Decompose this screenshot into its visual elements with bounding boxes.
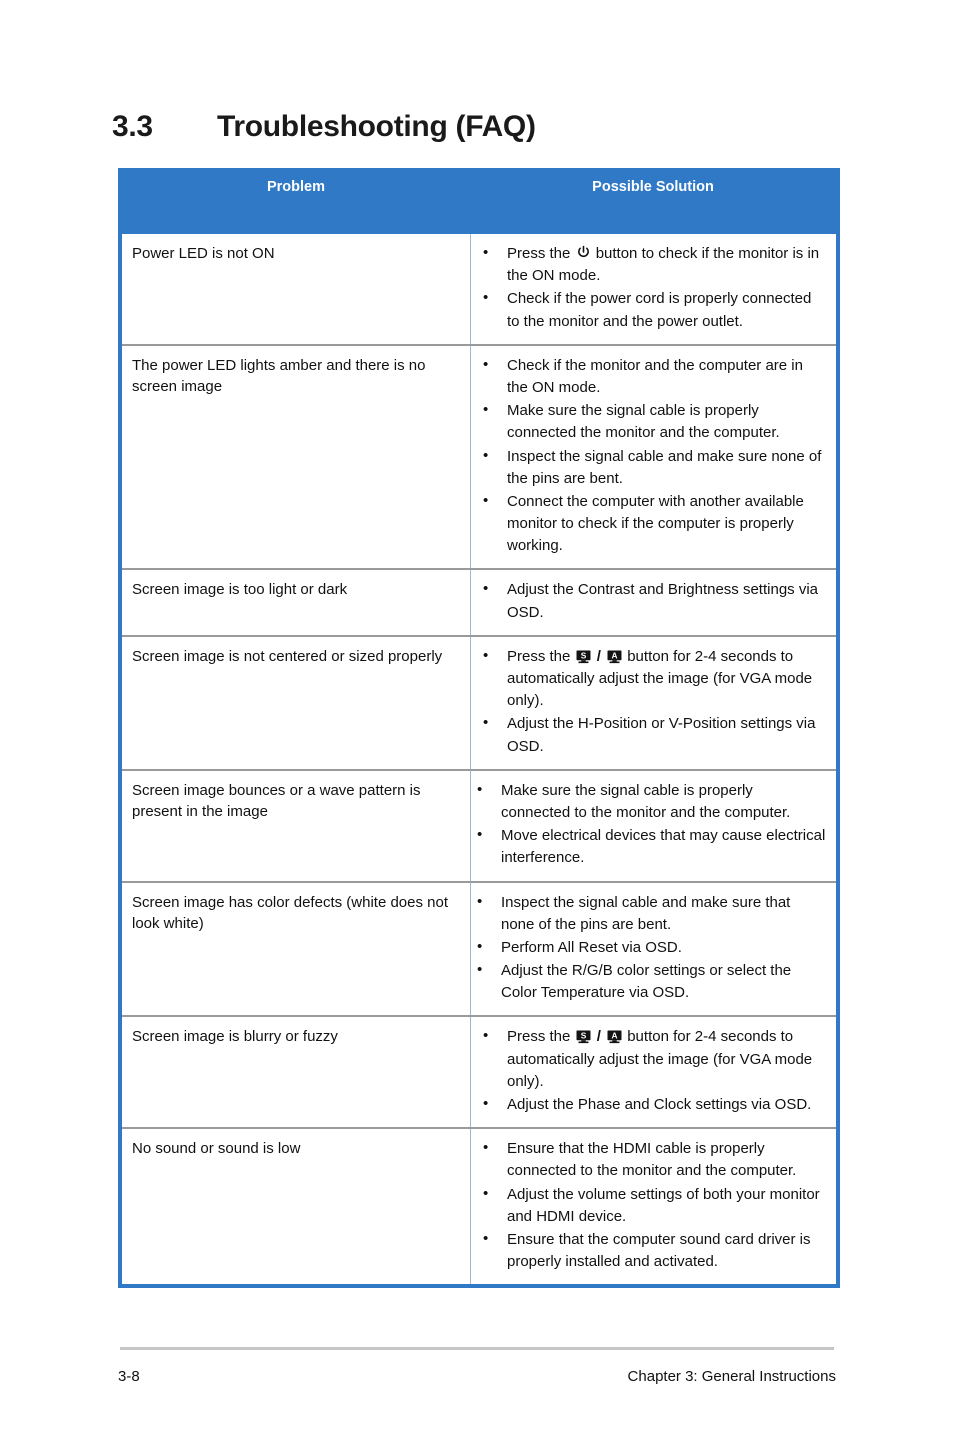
- solution-item: Adjust the R/G/B color settings or selec…: [471, 959, 826, 1004]
- footer-divider: [120, 1347, 834, 1350]
- table-row: Screen image is not centered or sized pr…: [122, 634, 836, 769]
- column-header-solution: Possible Solution: [592, 179, 714, 195]
- footer-page-number: 3-8: [118, 1368, 140, 1385]
- solution-item: Inspect the signal cable and make sure t…: [471, 890, 826, 936]
- solution-item: Adjust the volume settings of both your …: [471, 1183, 826, 1228]
- table-row: Screen image has color defects (white do…: [122, 880, 836, 1016]
- solution-item: Adjust the H-Position or V-Position sett…: [471, 712, 826, 757]
- solution-cell: Press the S / A button for 2-4 seconds t…: [470, 636, 836, 769]
- problem-cell: Power LED is not ON: [132, 245, 275, 262]
- table-row: The power LED lights amber and there is …: [122, 343, 836, 569]
- problem-cell: No sound or sound is low: [132, 1140, 301, 1158]
- troubleshooting-table: Problem Possible Solution Power LED is n…: [118, 168, 840, 1289]
- table-header-row: Problem Possible Solution: [122, 168, 836, 234]
- table-row: Power LED is not ON Press the button to c…: [122, 234, 836, 344]
- solution-item: Make sure the signal cable is properly c…: [471, 779, 826, 824]
- solution-item: Check if the monitor and the computer ar…: [471, 354, 826, 399]
- solution-item: Press the S / A button for 2-4 seconds t…: [471, 645, 826, 713]
- table-row: Screen image bounces or a wave pattern i…: [122, 768, 836, 881]
- problem-cell: The power LED lights amber and there is …: [132, 356, 426, 396]
- page-footer: 3-8 Chapter 3: General Instructions: [118, 1368, 836, 1385]
- solution-item: Adjust the Contrast and Brightness setti…: [471, 578, 826, 623]
- section-number: 3.3: [112, 110, 153, 143]
- solution-list: Ensure that the HDMI cable is properly c…: [471, 1137, 826, 1273]
- solution-cell: Ensure that the HDMI cable is properly c…: [470, 1129, 836, 1285]
- solution-list: Make sure the signal cable is properly c…: [471, 779, 826, 870]
- solution-list: Press the S / A button for 2-4 seconds t…: [471, 645, 826, 758]
- solution-item: Move electrical devices that may cause e…: [471, 824, 826, 869]
- solution-cell: Press the S / A button for 2-4 seconds t…: [470, 1017, 836, 1128]
- footer-chapter-label: Chapter 3: General Instructions: [627, 1368, 836, 1385]
- solution-list: Press the S / A button for 2-4 seconds t…: [471, 1025, 826, 1116]
- monitor-s-button-icon: S: [576, 1030, 591, 1044]
- solution-item: Press the S / A button for 2-4 seconds t…: [471, 1025, 826, 1093]
- solution-list: Check if the monitor and the computer ar…: [471, 354, 826, 558]
- column-header-problem: Problem: [266, 179, 325, 195]
- page-title: 3.3 Troubleshooting (FAQ): [112, 110, 852, 144]
- power-button-icon: [576, 245, 591, 260]
- solution-cell: Inspect the signal cable and make sure t…: [470, 882, 836, 1016]
- solution-cell: Check if the monitor and the computer ar…: [470, 345, 836, 569]
- solution-cell: Adjust the Contrast and Brightness setti…: [470, 570, 836, 635]
- svg-text:A: A: [612, 650, 618, 660]
- problem-cell: Screen image is too light or dark: [132, 581, 348, 599]
- table-row: Screen image is blurry or fuzzy Press the…: [122, 1015, 836, 1128]
- solution-list: Inspect the signal cable and make sure t…: [471, 890, 826, 1005]
- solution-item: Adjust the Phase and Clock settings via …: [471, 1093, 826, 1116]
- table-row: Screen image is too light or dark Adjust …: [122, 568, 836, 635]
- problem-cell: Screen image is not centered or sized pr…: [132, 647, 443, 665]
- section-title: Troubleshooting (FAQ): [217, 110, 536, 143]
- svg-text:S: S: [580, 650, 586, 660]
- solution-list: Adjust the Contrast and Brightness setti…: [471, 578, 826, 623]
- solution-cell: Press the button to check if the monitor…: [470, 234, 836, 344]
- table-body: Power LED is not ON Press the button to c…: [122, 234, 836, 1285]
- problem-cell: Screen image has color defects (white do…: [132, 893, 449, 932]
- solution-item: Check if the power cord is properly conn…: [471, 287, 826, 332]
- solution-item: Connect the computer with another availa…: [471, 490, 826, 558]
- icon-separator: /: [596, 1028, 601, 1046]
- solution-item: Make sure the signal cable is properly c…: [471, 399, 826, 444]
- monitor-s-button-icon: S: [576, 650, 591, 664]
- table-row: No sound or sound is low Ensure that the …: [122, 1127, 836, 1285]
- icon-separator: /: [596, 647, 601, 665]
- solution-item: Inspect the signal cable and make sure n…: [471, 444, 826, 490]
- svg-text:A: A: [612, 1031, 618, 1041]
- solution-item: Ensure that the computer sound card driv…: [471, 1228, 826, 1273]
- solution-list: Press the button to check if the monitor…: [471, 242, 826, 333]
- solution-item: Ensure that the HDMI cable is properly c…: [471, 1137, 826, 1182]
- monitor-a-button-icon: A: [607, 650, 622, 664]
- problem-cell: Screen image is blurry or fuzzy: [132, 1028, 338, 1046]
- solution-cell: Make sure the signal cable is properly c…: [470, 770, 836, 881]
- document-page: 3.3 Troubleshooting (FAQ) Problem Possib…: [0, 0, 954, 1438]
- problem-cell: Screen image bounces or a wave pattern i…: [132, 781, 421, 821]
- solution-item: Perform All Reset via OSD.: [471, 936, 826, 959]
- solution-item: Press the button to check if the monitor…: [471, 242, 826, 287]
- svg-text:S: S: [580, 1031, 586, 1041]
- monitor-a-button-icon: A: [607, 1030, 622, 1044]
